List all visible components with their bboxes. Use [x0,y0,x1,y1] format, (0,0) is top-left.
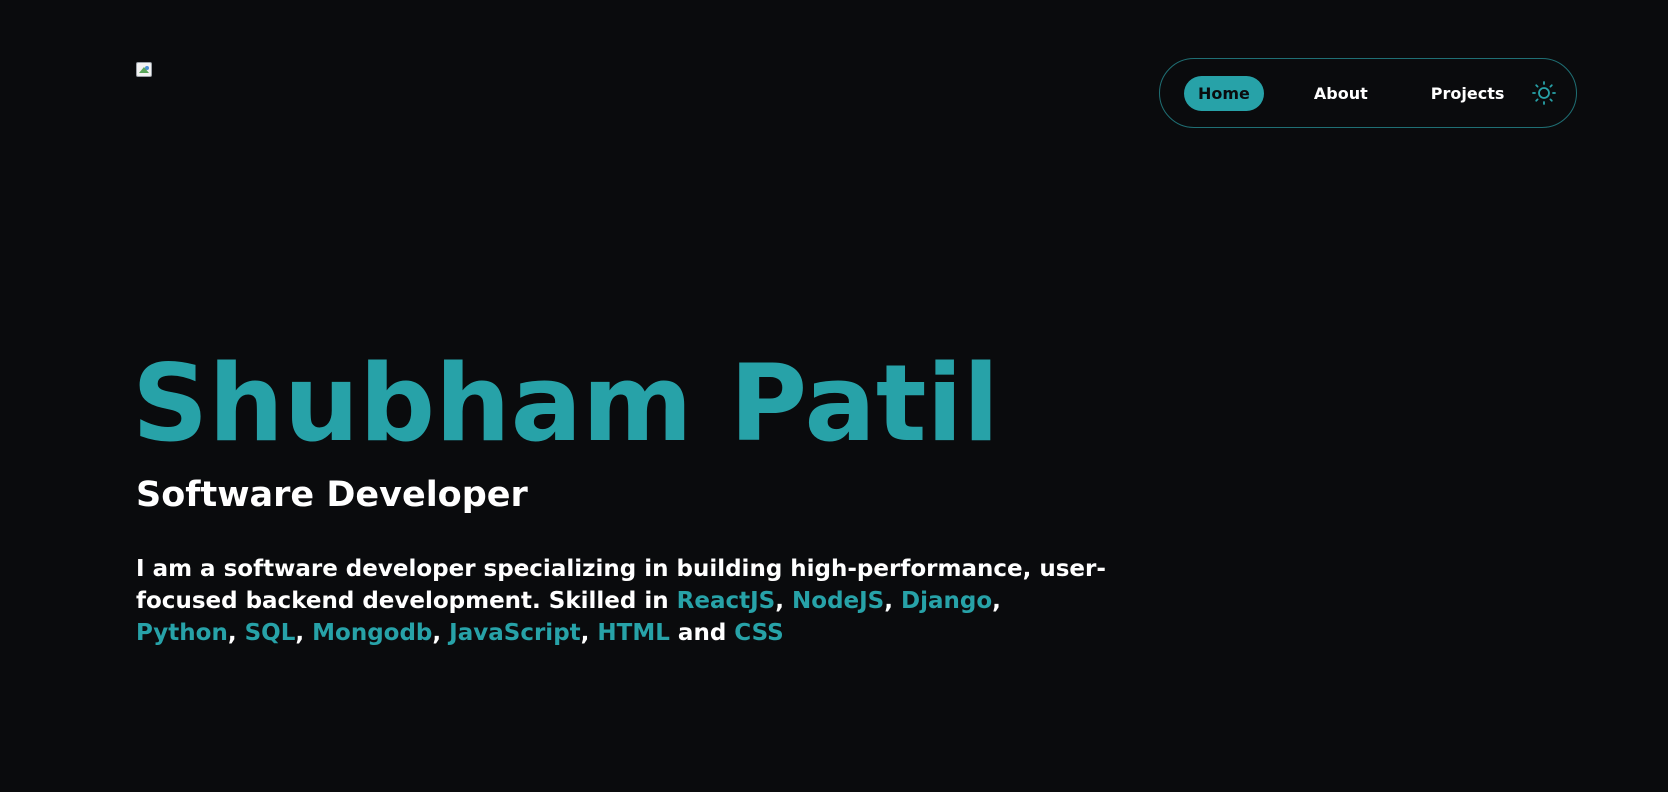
bio-line-1: I am a software developer specializing i… [136,556,1106,582]
main-navigation: Home About Projects [1159,58,1577,128]
image-icon-hill [139,67,149,73]
nav-about-link[interactable]: About [1314,84,1368,103]
nav-projects-link[interactable]: Projects [1431,84,1505,103]
separator: , [432,620,442,646]
skill-nodejs: NodeJS [792,588,885,614]
separator: , [884,588,894,614]
nav-home-link[interactable]: Home [1184,75,1264,111]
bio-line-3: Python, SQL, Mongodb, JavaScript, HTML a… [136,617,1016,649]
sun-icon [1532,81,1557,105]
hero-name: Shubham Patil [132,342,1000,465]
skill-css: CSS [734,620,784,646]
skill-reactjs: ReactJS [676,588,776,614]
separator: , [295,620,305,646]
hero-bio: I am a software developer specializing i… [136,553,1106,649]
conjunction: and [677,620,727,646]
separator: , [992,588,1001,614]
separator: , [580,620,590,646]
skill-sql: SQL [244,620,296,646]
logo-image[interactable] [136,62,156,80]
hero-role: Software Developer [136,475,528,515]
separator: , [775,588,784,614]
skill-mongodb: Mongodb [312,620,433,646]
skill-javascript: JavaScript [449,620,581,646]
bio-line-2-text: focused backend development. Skilled in [136,588,677,614]
skill-python: Python [136,620,228,646]
bio-line-2: focused backend development. Skilled in … [136,585,1016,617]
skill-html: HTML [597,620,670,646]
theme-toggle-button[interactable] [1532,80,1557,106]
skill-django: Django [901,588,993,614]
broken-image-icon [136,62,152,77]
separator: , [227,620,237,646]
